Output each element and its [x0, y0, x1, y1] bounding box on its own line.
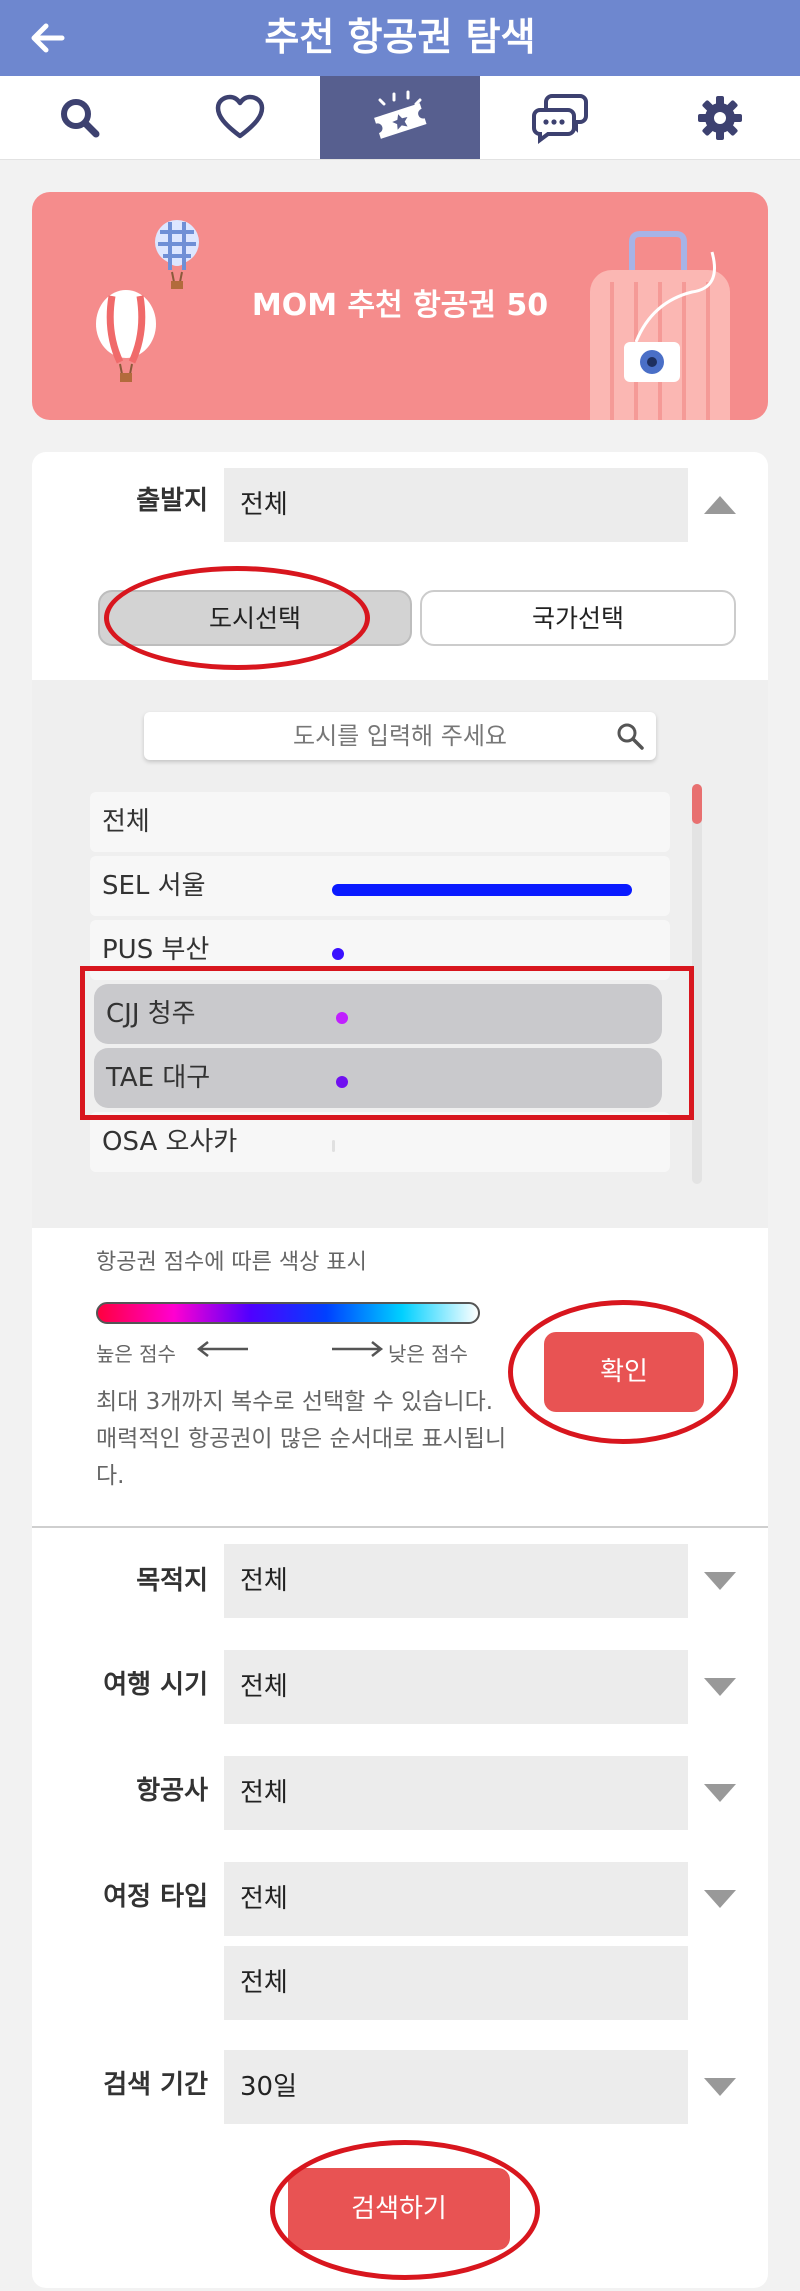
tab-search[interactable] — [0, 76, 160, 159]
city-item-label: OSA 오사카 — [102, 1127, 238, 1157]
city-select-button[interactable]: 도시선택 — [98, 590, 412, 646]
origin-select[interactable]: 전체 — [224, 468, 688, 542]
city-score-bar — [332, 884, 632, 896]
score-color-gradient — [96, 1302, 480, 1324]
chevron-down-icon[interactable] — [704, 1784, 736, 1802]
top-bar: 추천 항공권 탐색 — [0, 0, 800, 76]
legend-high-label: 높은 점수 — [96, 1342, 176, 1366]
tab-chat[interactable] — [480, 76, 640, 159]
chat-icon — [532, 93, 588, 144]
period-label: 여행 시기 — [103, 1670, 208, 1700]
promo-banner[interactable]: MOM 추천 항공권 50 — [32, 192, 768, 420]
origin-label: 출발지 — [136, 486, 208, 516]
tab-settings[interactable] — [640, 76, 800, 159]
collapse-up-icon[interactable] — [704, 496, 736, 514]
city-list-item[interactable]: SEL 서울 — [90, 856, 670, 916]
chevron-down-icon[interactable] — [704, 1678, 736, 1696]
city-item-label: 전체 — [102, 807, 150, 837]
search-icon — [61, 98, 100, 137]
city-list-item[interactable]: OSA 오사카 — [90, 1112, 670, 1172]
destination-select[interactable]: 전체 — [224, 1544, 688, 1618]
tab-recommend[interactable] — [320, 76, 480, 159]
page-title: 추천 항공권 탐색 — [264, 15, 536, 59]
city-list-scrollbar[interactable] — [692, 784, 702, 1184]
city-item-label: TAE 대구 — [106, 1063, 211, 1093]
city-search-placeholder: 도시를 입력해 주세요 — [293, 722, 507, 750]
search-range-label: 검색 기간 — [103, 2070, 208, 2100]
trip-type-label: 여정 타입 — [103, 1882, 208, 1912]
city-score-bar — [332, 948, 344, 960]
banner-title: MOM 추천 항공권 50 — [251, 288, 549, 323]
section-divider — [32, 1526, 768, 1528]
city-item-label: PUS 부산 — [102, 935, 210, 965]
search-button[interactable]: 검색하기 — [288, 2168, 510, 2250]
city-search-input[interactable]: 도시를 입력해 주세요 — [144, 712, 656, 760]
city-item-label: SEL 서울 — [102, 871, 206, 901]
trip-type-sub-select[interactable]: 전체 — [224, 1946, 688, 2020]
city-panel: 도시를 입력해 주세요 전체 SEL 서울 PUS 부산 CJJ 청주 TAE 대구 OS… — [32, 680, 768, 1228]
city-list-item[interactable]: PUS 부산 — [90, 920, 670, 980]
scrollbar-thumb[interactable] — [692, 784, 702, 824]
city-list-item[interactable]: 전체 — [90, 792, 670, 852]
city-score-bar — [332, 1140, 335, 1152]
arrow-right-icon — [332, 1341, 384, 1357]
city-list-item[interactable]: CJJ 청주 — [94, 984, 662, 1044]
city-score-bar — [336, 1012, 348, 1024]
city-list: 전체 SEL 서울 PUS 부산 CJJ 청주 TAE 대구 OSA 오사카 — [90, 792, 670, 1192]
city-score-bar — [336, 1076, 348, 1088]
airline-select[interactable]: 전체 — [224, 1756, 688, 1830]
trip-type-select[interactable]: 전체 — [224, 1862, 688, 1936]
period-select[interactable]: 전체 — [224, 1650, 688, 1724]
selection-notice: 최대 3개까지 복수로 선택할 수 있습니다. 매력적인 항공권이 많은 순서대… — [96, 1389, 507, 1489]
search-icon[interactable] — [614, 720, 646, 752]
ticket-icon — [374, 90, 427, 139]
airline-label: 항공사 — [136, 1776, 208, 1806]
gear-icon — [698, 95, 742, 140]
tab-bar — [0, 76, 800, 160]
tab-favorites[interactable] — [160, 76, 320, 159]
chevron-down-icon[interactable] — [704, 2078, 736, 2096]
heart-icon — [215, 94, 265, 138]
city-item-label: CJJ 청주 — [106, 999, 196, 1029]
country-select-button[interactable]: 국가선택 — [420, 590, 736, 646]
filter-card: 출발지 전체 도시선택 국가선택 도시를 입력해 주세요 전체 SEL 서울 PUS… — [32, 452, 768, 2288]
legend-low-label: 낮은 점수 — [388, 1342, 468, 1366]
destination-label: 목적지 — [136, 1566, 208, 1596]
chevron-down-icon[interactable] — [704, 1890, 736, 1908]
confirm-button[interactable]: 확인 — [544, 1332, 704, 1412]
chevron-down-icon[interactable] — [704, 1572, 736, 1590]
search-range-select[interactable]: 30일 — [224, 2050, 688, 2124]
legend-caption: 항공권 점수에 따른 색상 표시 — [96, 1250, 367, 1275]
arrow-left-icon — [196, 1341, 248, 1357]
city-list-item[interactable]: TAE 대구 — [94, 1048, 662, 1108]
